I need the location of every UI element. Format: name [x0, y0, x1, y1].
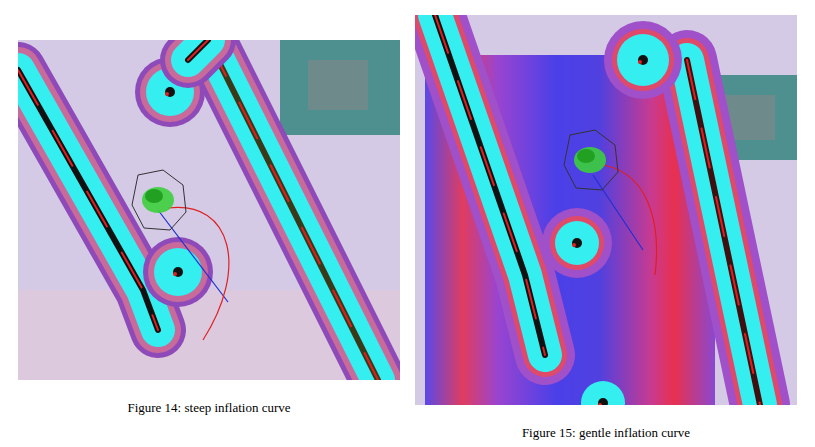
figure: Figure 15: gentle inflation curve [415, 15, 797, 441]
steep-costmap [18, 40, 400, 380]
figure-caption: Figure 14: steep inflation curve [123, 400, 294, 416]
gentle-costmap [415, 15, 797, 405]
figure-caption: Figure 15: gentle inflation curve [518, 425, 694, 441]
figure-row: Figure 14: steep inflation curve Figure 1… [0, 0, 815, 441]
figure: Figure 14: steep inflation curve [18, 40, 400, 416]
